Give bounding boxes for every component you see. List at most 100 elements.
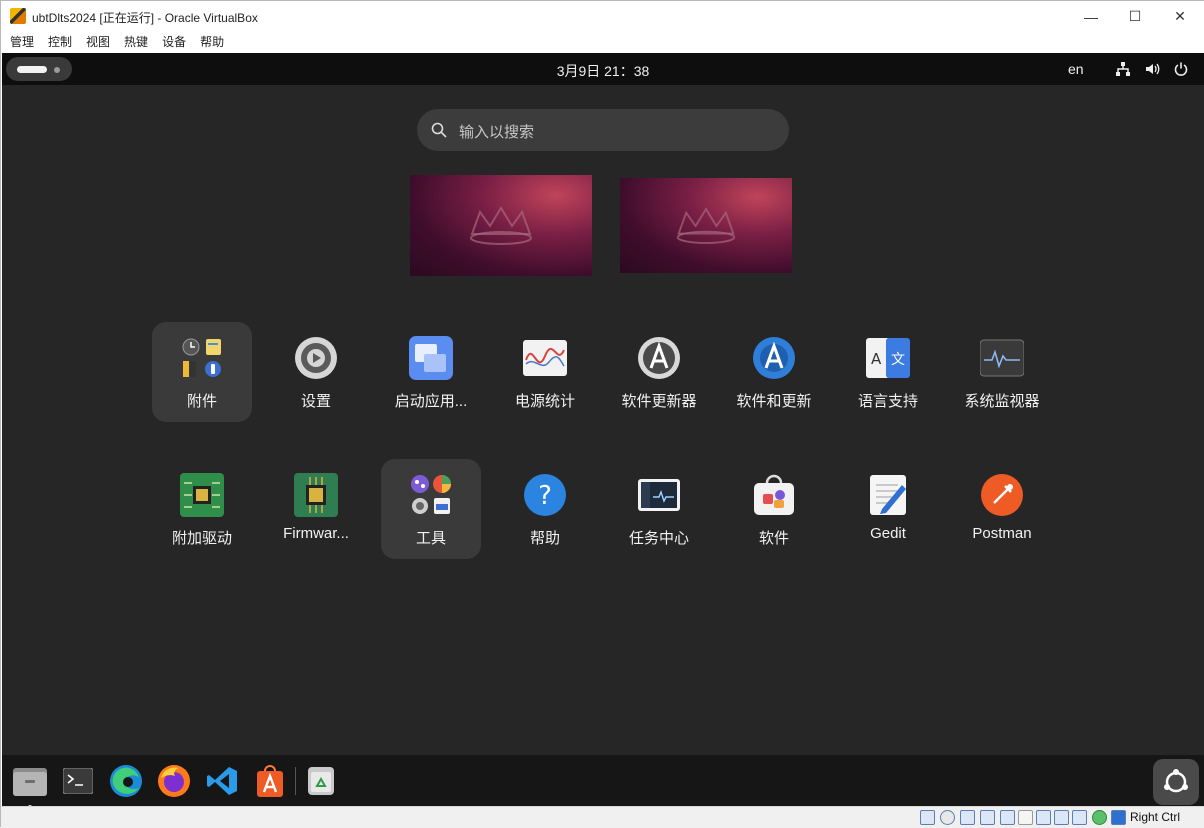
postman-icon — [981, 474, 1023, 516]
app-label: 启动应用... — [394, 393, 468, 410]
search-placeholder: 输入以搜索 — [459, 124, 535, 141]
app-label: 软件更新器 — [621, 393, 697, 410]
menu-hotkeys[interactable]: 热键 — [124, 32, 148, 53]
dock-edge[interactable] — [106, 761, 146, 801]
startup-apps-icon — [409, 336, 453, 380]
app-accessories[interactable]: 附件 — [152, 322, 252, 422]
guest-additions-icon[interactable] — [1092, 810, 1107, 825]
workspace-thumbnail-1[interactable] — [410, 175, 592, 276]
dock-files[interactable] — [10, 761, 50, 806]
app-label: Postman — [972, 525, 1032, 542]
virtualbox-window: ubtDlts2024 [正在运行] - Oracle VirtualBox —… — [0, 0, 1204, 828]
title-bar: ubtDlts2024 [正在运行] - Oracle VirtualBox —… — [1, 1, 1204, 32]
app-label: 帮助 — [529, 530, 560, 547]
clock[interactable]: 3月9日 21：38 — [2, 61, 1204, 81]
dock-terminal[interactable] — [58, 761, 98, 801]
app-label: 电源统计 — [514, 393, 575, 410]
maximize-button[interactable]: ☐ — [1112, 1, 1158, 32]
edge-icon — [110, 765, 142, 797]
recording-icon[interactable] — [1054, 810, 1069, 825]
minimize-button[interactable]: — — [1068, 1, 1114, 32]
display-icon[interactable] — [1036, 810, 1051, 825]
utilities-folder-icon — [411, 475, 451, 514]
shared-folders-icon[interactable] — [1018, 810, 1033, 825]
app-postman[interactable]: Postman — [952, 459, 1052, 559]
app-label: Firmwar... — [283, 525, 349, 542]
menu-help[interactable]: 帮助 — [200, 32, 224, 53]
ubuntu-crown-wallpaper-icon — [676, 206, 736, 244]
app-system-monitor[interactable]: 系统监视器 — [952, 322, 1052, 422]
window-title: ubtDlts2024 [正在运行] - Oracle VirtualBox — [32, 11, 258, 25]
ubuntu-logo-icon — [1164, 769, 1188, 793]
svg-text:A: A — [871, 350, 882, 368]
svg-text:?: ? — [538, 481, 552, 511]
app-label: 软件 — [758, 530, 789, 547]
files-icon — [13, 768, 47, 796]
software-updater-icon — [638, 337, 680, 379]
app-software-updater[interactable]: 软件更新器 — [609, 322, 709, 422]
app-label: 工具 — [415, 530, 446, 547]
show-apps-button[interactable] — [1153, 759, 1199, 805]
dock — [2, 755, 1204, 806]
menu-control[interactable]: 控制 — [48, 32, 72, 53]
vm-display: 3月9日 21：38 en 输入以搜索 附件 设置 启动应用... 电源统计 软… — [2, 53, 1204, 806]
mission-center-icon — [638, 479, 680, 511]
app-startup-applications[interactable]: 启动应用... — [381, 322, 481, 422]
app-label: 任务中心 — [628, 530, 689, 547]
app-additional-drivers[interactable]: 附加驱动 — [152, 459, 252, 559]
cpu-icon[interactable] — [1072, 810, 1087, 825]
app-utilities[interactable]: 工具 — [381, 459, 481, 559]
input-language[interactable]: en — [1068, 61, 1084, 77]
storage-icon[interactable] — [920, 810, 935, 825]
app-help[interactable]: ? 帮助 — [495, 459, 595, 559]
app-label: 系统监视器 — [964, 393, 1040, 410]
app-language-support[interactable]: A文 语言支持 — [838, 322, 938, 422]
audio-icon[interactable] — [960, 810, 975, 825]
accessories-folder-icon — [182, 338, 221, 377]
network-icon[interactable] — [1115, 61, 1131, 77]
app-label: 语言支持 — [857, 393, 918, 410]
power-icon[interactable] — [1173, 61, 1189, 77]
optical-drive-icon[interactable] — [940, 810, 955, 825]
app-label: 软件和更新 — [736, 393, 812, 410]
dock-vscode[interactable] — [202, 761, 242, 801]
trash-icon — [308, 767, 334, 795]
system-monitor-icon — [980, 339, 1024, 377]
app-center[interactable]: 软件 — [724, 459, 824, 559]
workspace-thumbnail-2[interactable] — [620, 178, 792, 273]
menu-devices[interactable]: 设备 — [162, 32, 186, 53]
app-software-and-updates[interactable]: 软件和更新 — [724, 322, 824, 422]
language-support-icon: A文 — [866, 338, 910, 378]
app-settings[interactable]: 设置 — [266, 322, 366, 422]
menu-view[interactable]: 视图 — [86, 32, 110, 53]
app-label: 附件 — [186, 393, 217, 410]
additional-drivers-icon — [180, 473, 224, 517]
firmware-chip-icon — [294, 473, 338, 517]
software-updates-icon — [753, 337, 795, 379]
app-center-icon — [754, 474, 794, 515]
vscode-icon — [207, 767, 237, 795]
app-mission-center[interactable]: 任务中心 — [609, 459, 709, 559]
app-gedit[interactable]: Gedit — [838, 459, 938, 559]
dock-separator — [295, 767, 296, 795]
power-statistics-icon — [523, 340, 567, 376]
volume-icon[interactable] — [1144, 61, 1160, 77]
network-adapter-icon[interactable] — [980, 810, 995, 825]
search-icon — [431, 122, 447, 138]
mouse-integration-icon[interactable] — [1111, 810, 1126, 825]
dock-trash[interactable] — [301, 761, 341, 801]
gnome-top-bar: 3月9日 21：38 en — [2, 53, 1204, 85]
virtualbox-app-icon — [10, 8, 26, 24]
search-bar[interactable]: 输入以搜索 — [417, 109, 789, 151]
usb-icon[interactable] — [1000, 810, 1015, 825]
app-firmware[interactable]: Firmwar... — [266, 459, 366, 559]
dock-firefox[interactable] — [154, 761, 194, 801]
close-button[interactable]: ✕ — [1157, 1, 1203, 32]
menu-manage[interactable]: 管理 — [10, 32, 34, 53]
vm-status-bar: Right Ctrl — [1, 806, 1204, 828]
app-power-statistics[interactable]: 电源统计 — [495, 322, 595, 422]
app-label: Gedit — [870, 525, 906, 542]
dock-app-store[interactable] — [250, 761, 290, 801]
firefox-icon — [158, 765, 190, 797]
help-icon: ? — [524, 474, 566, 516]
